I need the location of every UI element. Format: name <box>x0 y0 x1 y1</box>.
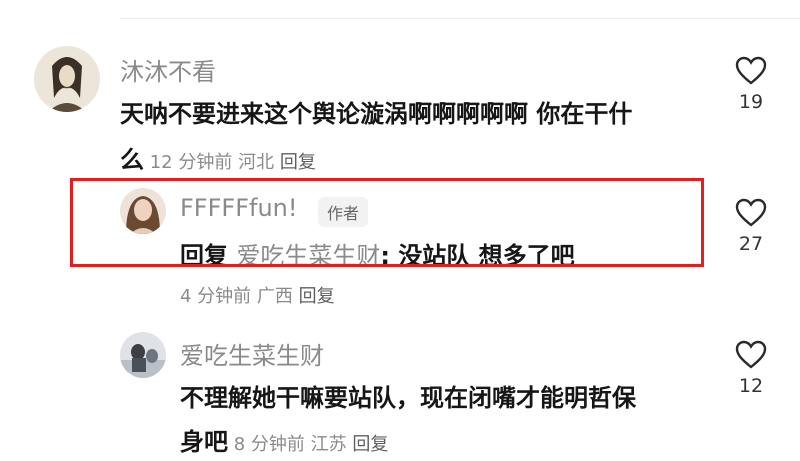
top-divider <box>120 18 800 19</box>
comment-meta: 4 分钟前 广西 回复 <box>180 282 335 308</box>
like-button[interactable]: 12 <box>726 340 776 397</box>
comment-location: 河北 <box>238 152 275 173</box>
comment-location: 江苏 <box>310 434 347 455</box>
like-button[interactable]: 27 <box>726 198 776 255</box>
heart-outline-icon <box>735 56 767 85</box>
comment-time: 8 分钟前 <box>233 434 305 455</box>
reply-button[interactable]: 回复 <box>299 286 335 307</box>
like-count: 19 <box>738 91 764 113</box>
comment-location: 广西 <box>256 286 293 307</box>
like-count: 27 <box>738 233 764 255</box>
avatar[interactable] <box>34 46 100 112</box>
comment-username[interactable]: 沐沐不看 <box>120 52 216 87</box>
comment-text-cont: 么 <box>120 146 144 174</box>
comment-time: 4 分钟前 <box>180 286 252 307</box>
comment-meta: 么 12 分钟前 河北 回复 <box>120 140 316 175</box>
highlight-box <box>70 178 704 267</box>
avatar[interactable] <box>120 332 166 378</box>
comment-username[interactable]: 爱吃生菜生财 <box>180 336 324 371</box>
like-count: 12 <box>738 375 764 397</box>
heart-outline-icon <box>735 340 767 369</box>
comment-text-cont: 身吧 <box>180 428 228 456</box>
comment-time: 12 分钟前 <box>149 152 233 173</box>
like-button[interactable]: 19 <box>726 56 776 113</box>
comment-text: 天呐不要进来这个舆论漩涡啊啊啊啊啊 你在干什 <box>120 100 633 128</box>
comment-text: 不理解她干嘛要站队，现在闭嘴才能明哲保 <box>180 384 636 412</box>
comment-meta: 身吧 8 分钟前 江苏 回复 <box>180 422 388 457</box>
reply-button[interactable]: 回复 <box>280 152 316 173</box>
reply-button[interactable]: 回复 <box>352 434 388 455</box>
heart-outline-icon <box>735 198 767 227</box>
